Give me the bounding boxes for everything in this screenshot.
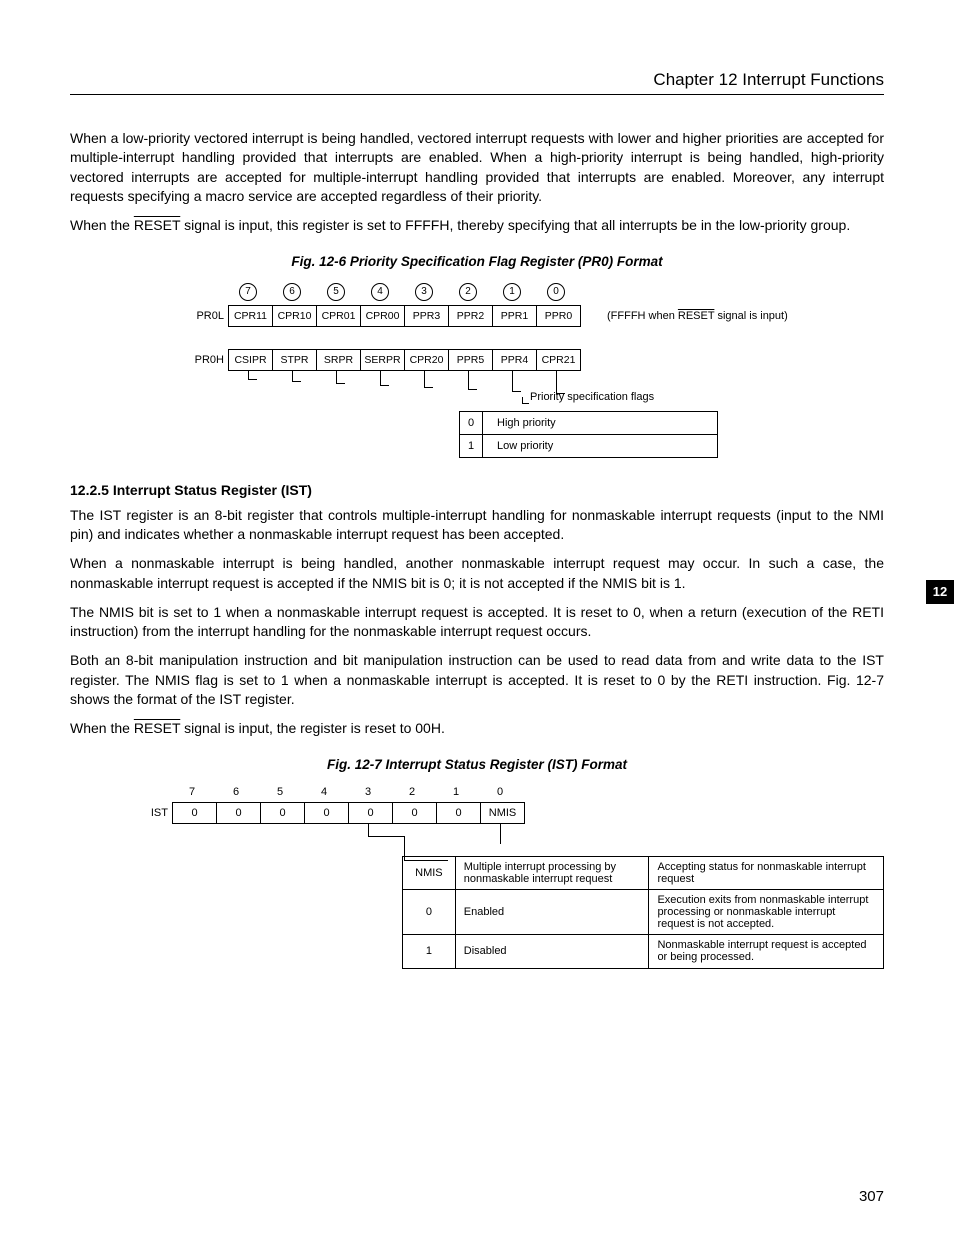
reg-cell: STPR [273,349,317,371]
nmis-table: NMIS Multiple interrupt processing by no… [402,856,884,969]
chapter-header: Chapter 12 Interrupt Functions [70,70,884,90]
reg-cell: CPR20 [405,349,449,371]
body-para: The IST register is an 8-bit register th… [70,506,884,545]
nmis-head: Multiple interrupt processing by nonmask… [455,856,649,889]
bit-idx: 4 [302,786,346,798]
body-para: Both an 8-bit manipulation instruction a… [70,651,884,709]
section-12-2-5-heading: 12.2.5 Interrupt Status Register (IST) [70,482,884,498]
bit-idx-6: 6 [283,283,301,301]
reg-cell: 0 [305,802,349,824]
reg-cell: PPR3 [405,305,449,327]
body-para-2: When the RESET signal is input, this reg… [70,216,884,235]
bit-idx: 1 [434,786,478,798]
fig-12-6: 7 6 5 4 3 2 1 0 PR0L CPR11 CPR10 CPR01 C… [180,283,884,458]
reg-cell: PPR0 [537,305,581,327]
register-row-pr0h: PR0H CSIPR STPR SRPR SERPR CPR20 PPR5 PP… [180,349,884,371]
table-row: 1 Disabled Nonmaskable interrupt request… [403,934,884,968]
text: signal is input, this register is set to… [180,217,850,233]
bit-indices: 7 6 5 4 3 2 1 0 [170,786,884,798]
bit-indices: 7 6 5 4 3 2 1 0 [226,283,884,301]
reg-label-pr0l: PR0L [180,310,228,322]
body-para-1: When a low-priority vectored interrupt i… [70,129,884,206]
bit-idx: 0 [478,786,522,798]
nmis-head: Accepting status for nonmaskable interru… [649,856,884,889]
reg-cell: NMIS [481,802,525,824]
nmis-text-a: Disabled [455,934,649,968]
reg-cell: SRPR [317,349,361,371]
reg-cell: 0 [437,802,481,824]
nmis-text-b: Nonmaskable interrupt request is accepte… [649,934,884,968]
bit-idx: 2 [390,786,434,798]
reg-cell: CPR01 [317,305,361,327]
bit-idx: 7 [170,786,214,798]
connector-lines [226,371,884,393]
priority-text: Low priority [483,434,718,457]
bit-idx-7: 7 [239,283,257,301]
reg-cell: 0 [217,802,261,824]
bit-idx: 6 [214,786,258,798]
reg-cell: PPR1 [493,305,537,327]
bit-idx-5: 5 [327,283,345,301]
nmis-text-a: Enabled [455,889,649,934]
reg-label-pr0h: PR0H [180,354,228,366]
chapter-side-tab: 12 [926,580,954,604]
body-para: When a nonmaskable interrupt is being ha… [70,554,884,593]
table-row: 1 Low priority [460,434,718,457]
reg-cell: CPR10 [273,305,317,327]
table-row: NMIS Multiple interrupt processing by no… [403,856,884,889]
bit-idx-0: 0 [547,283,565,301]
reg-cell: 0 [349,802,393,824]
nmis-value: 0 [403,889,456,934]
priority-text: High priority [483,411,718,434]
reg-note: (FFFFH when RESET signal is input) [607,310,788,322]
priority-value: 0 [460,411,483,434]
fig-12-6-caption: Fig. 12-6 Priority Specification Flag Re… [70,254,884,269]
reset-signal: RESET [678,310,714,322]
bit-idx-1: 1 [503,283,521,301]
priority-flag-label: Priority specification flags [530,391,654,403]
page-number: 307 [859,1188,884,1205]
reg-cell: 0 [261,802,305,824]
fig-12-7-caption: Fig. 12-7 Interrupt Status Register (IST… [70,757,884,772]
text: When the [70,720,134,736]
nmis-text-b: Execution exits from nonmaskable interru… [649,889,884,934]
priority-table: 0 High priority 1 Low priority [459,411,718,458]
bit-idx: 3 [346,786,390,798]
reg-cell: PPR4 [493,349,537,371]
body-para: When the RESET signal is input, the regi… [70,719,884,738]
reg-cell: SERPR [361,349,405,371]
bit-idx-3: 3 [415,283,433,301]
text: signal is input) [714,310,787,322]
reg-cell: 0 [173,802,217,824]
reg-cell: CPR00 [361,305,405,327]
reg-cell: CPR11 [229,305,273,327]
priority-value: 1 [460,434,483,457]
table-row: 0 Enabled Execution exits from nonmaskab… [403,889,884,934]
reg-cell: CPR21 [537,349,581,371]
bit-idx: 5 [258,786,302,798]
reg-cell: 0 [393,802,437,824]
reg-label-ist: IST [124,807,172,819]
header-rule [70,94,884,95]
body-para: The NMIS bit is set to 1 when a nonmaska… [70,603,884,642]
table-row: 0 High priority [460,411,718,434]
register-row-ist: IST 0 0 0 0 0 0 0 NMIS [124,802,884,824]
reg-cell: PPR5 [449,349,493,371]
bit-idx-4: 4 [371,283,389,301]
register-row-pr0l: PR0L CPR11 CPR10 CPR01 CPR00 PPR3 PPR2 P… [180,305,884,327]
connector-lines [170,824,884,856]
text: When the [70,217,134,233]
text: signal is input, the register is reset t… [180,720,445,736]
reset-signal: RESET [134,720,180,736]
reset-signal: RESET [134,217,180,233]
bit-idx-2: 2 [459,283,477,301]
nmis-value: 1 [403,934,456,968]
text: (FFFFH when [607,310,678,322]
reg-cell: CSIPR [229,349,273,371]
fig-12-7: 7 6 5 4 3 2 1 0 IST 0 0 0 0 0 0 0 NMIS [124,786,884,969]
reg-cell: PPR2 [449,305,493,327]
